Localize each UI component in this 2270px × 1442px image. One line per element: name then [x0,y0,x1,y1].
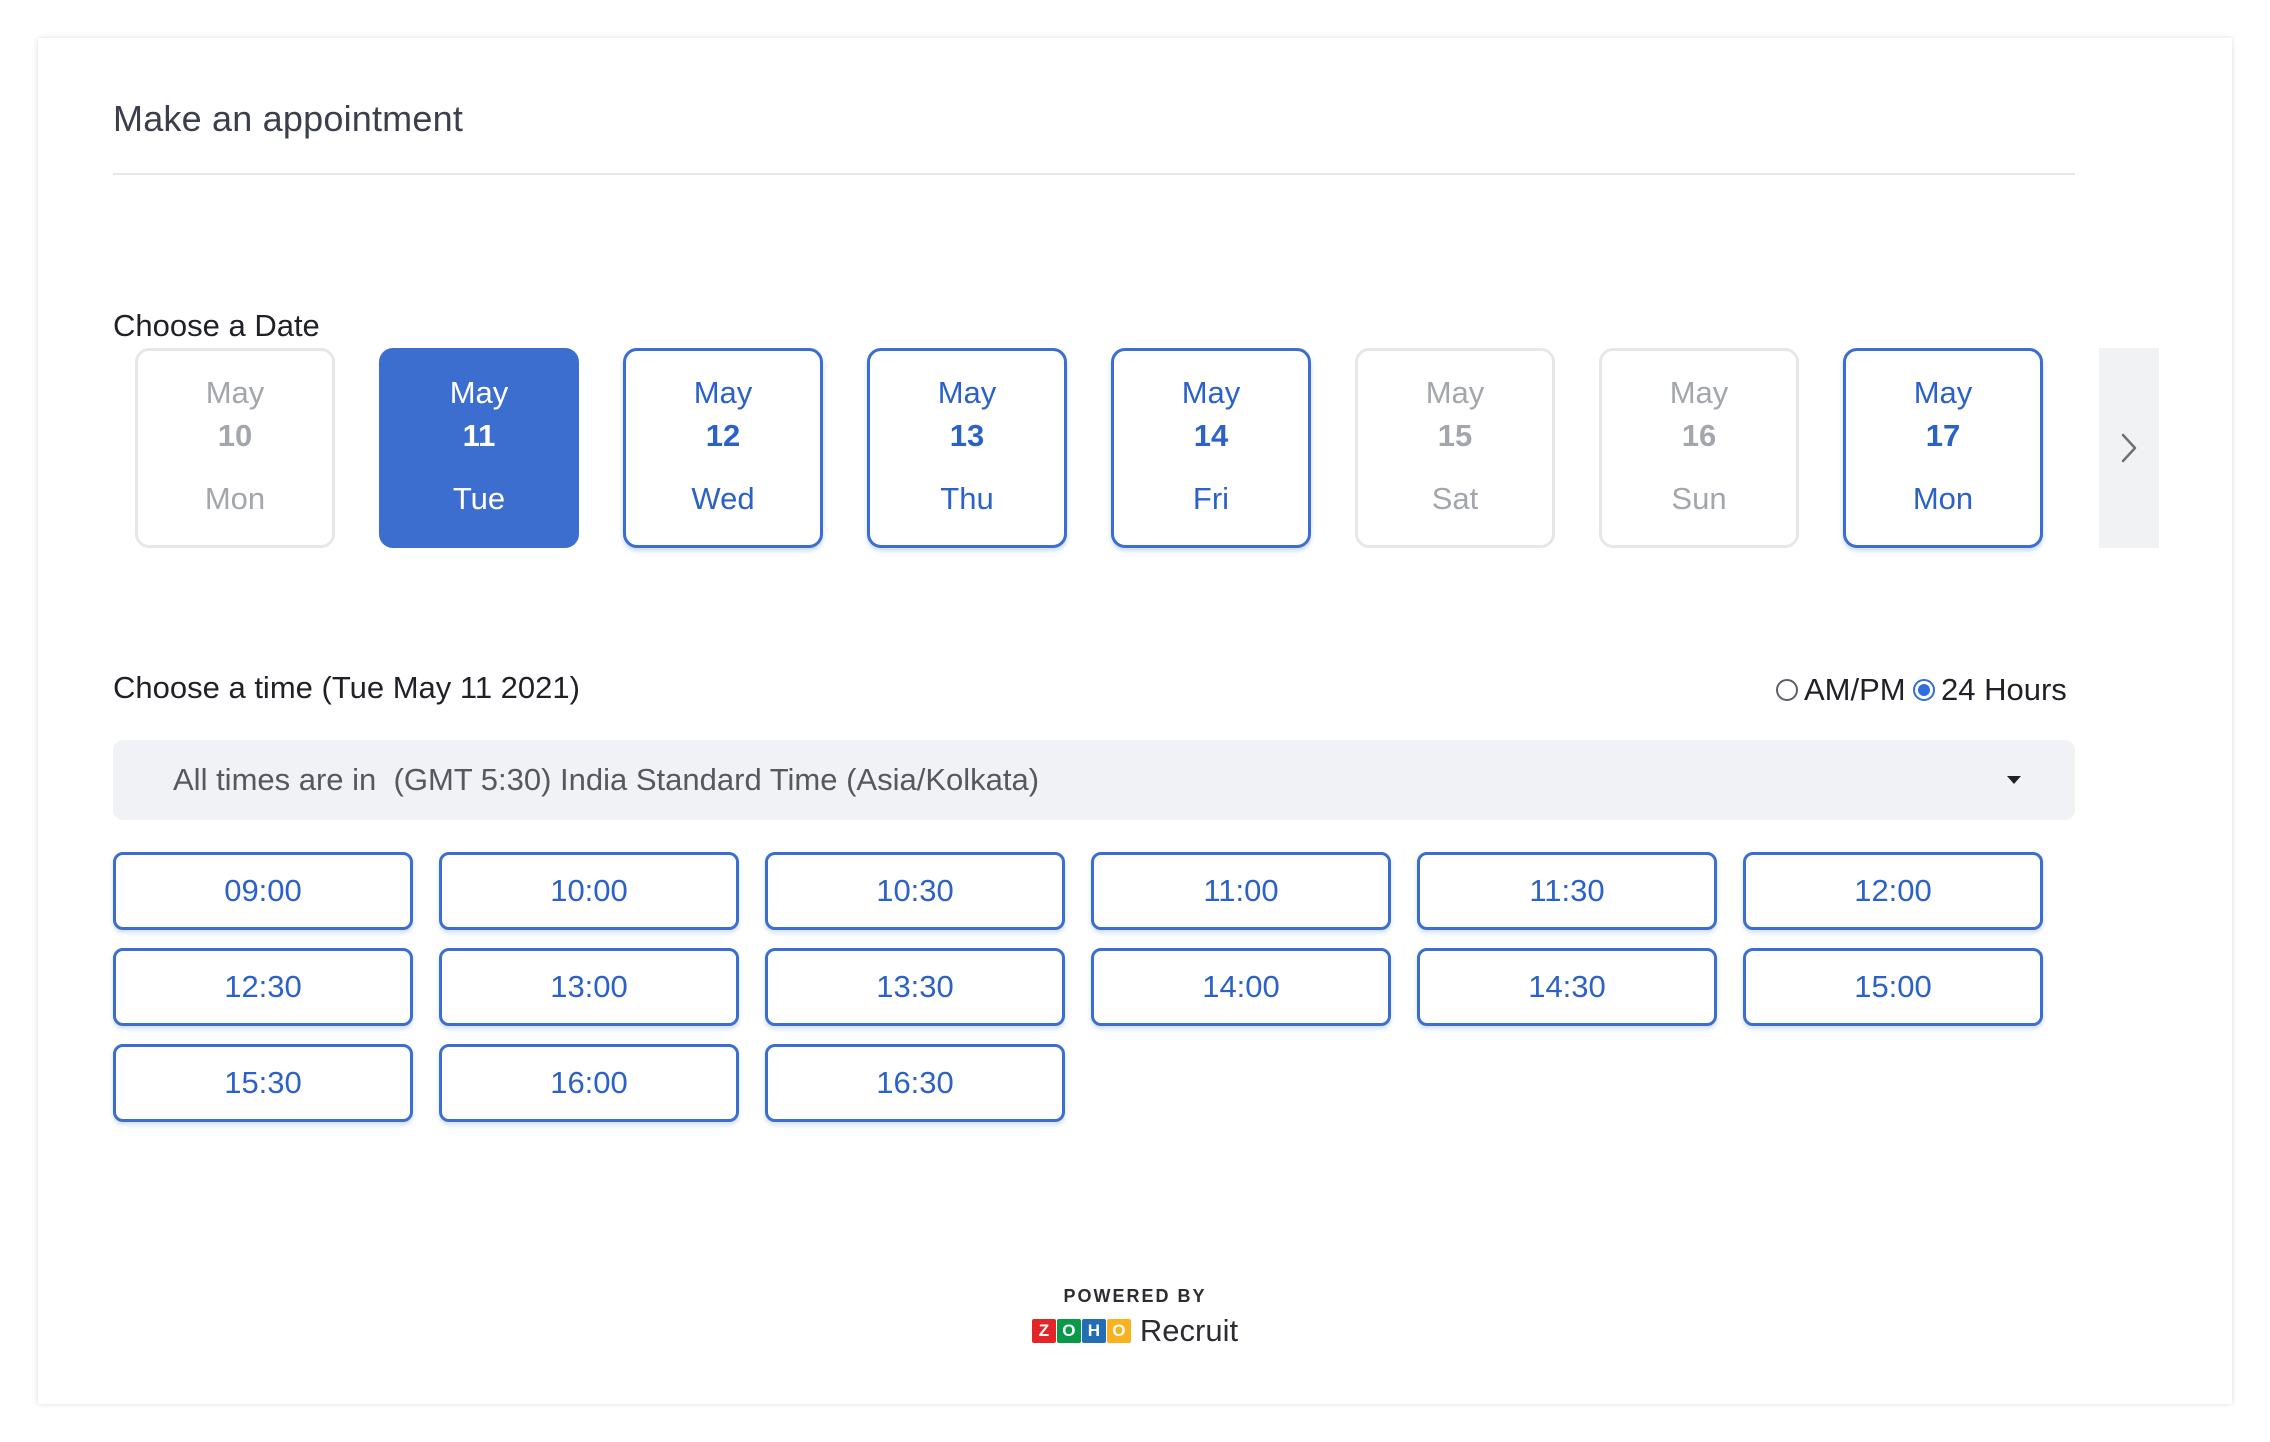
date-weekday: Sun [1671,481,1727,516]
date-weekday: Mon [204,481,266,516]
time-slot[interactable]: 15:00 [1743,948,2043,1026]
date-card-may-11[interactable]: May 11 Tue [379,348,579,548]
choose-date-label: Choose a Date [113,308,320,343]
ampm-option[interactable]: AM/PM [1776,672,1906,708]
date-card-may-12[interactable]: May 12 Wed [623,348,823,548]
appointment-card: Make an appointment Choose a Date May 10… [38,38,2232,1404]
timezone-text: All times are in (GMT 5:30) India Standa… [173,762,1040,797]
zoho-logo-letter: O [1106,1319,1131,1343]
time-slot[interactable]: 16:00 [439,1044,739,1122]
date-month: May [1913,375,1973,410]
page-title: Make an appointment [113,98,464,139]
date-card-may-13[interactable]: May 13 Thu [867,348,1067,548]
date-day: 15 [1437,418,1473,453]
time-slot[interactable]: 16:30 [765,1044,1065,1122]
zoho-logo-letter: Z [1031,1319,1056,1343]
brand-name: Recruit [1139,1313,1239,1348]
date-weekday: Sat [1431,481,1479,516]
title-divider [113,173,2075,175]
date-month: May [693,375,753,410]
next-dates-button[interactable] [2099,348,2159,548]
date-weekday: Wed [691,481,755,516]
zoho-logo: Z O H O [1031,1319,1132,1343]
date-day: 11 [462,418,496,453]
time-slot[interactable]: 15:30 [113,1044,413,1122]
time-slot[interactable]: 13:30 [765,948,1065,1026]
date-month: May [449,375,509,410]
date-weekday: Tue [452,481,506,516]
time-slot[interactable]: 12:00 [1743,852,2043,930]
time-slot[interactable]: 14:00 [1091,948,1391,1026]
time-slot[interactable]: 10:30 [765,852,1065,930]
caret-down-icon [2007,776,2021,784]
time-slot[interactable]: 11:30 [1417,852,1717,930]
choose-time-label: Choose a time (Tue May 11 2021) [113,670,580,705]
time-header: Choose a time (Tue May 11 2021) AM/PM 24… [113,670,2075,710]
date-month: May [205,375,265,410]
time-slot[interactable]: 11:00 [1091,852,1391,930]
ampm-radio[interactable] [1776,679,1798,701]
powered-by-label: POWERED BY [1063,1286,1207,1306]
date-card-may-17[interactable]: May 17 Mon [1843,348,2043,548]
24-hours-label: 24 Hours [1941,672,2067,707]
date-card-may-10: May 10 Mon [135,348,335,548]
zoho-logo-letter: H [1081,1319,1106,1343]
date-weekday: Fri [1192,481,1230,516]
date-picker-row: May 10 Mon May 11 Tue May 12 Wed May 13 … [135,348,2159,548]
date-day: 12 [705,418,741,453]
time-slot[interactable]: 13:00 [439,948,739,1026]
timezone-select[interactable]: All times are in (GMT 5:30) India Standa… [113,740,2075,820]
date-month: May [1425,375,1485,410]
date-card-may-16: May 16 Sun [1599,348,1799,548]
date-month: May [1181,375,1241,410]
date-day: 17 [1925,418,1961,453]
chevron-right-icon [2121,433,2137,463]
time-slot[interactable]: 12:30 [113,948,413,1026]
brand[interactable]: Z O H O Recruit [1031,1313,1239,1349]
date-day: 10 [217,418,253,453]
date-month: May [1669,375,1729,410]
time-slot[interactable]: 10:00 [439,852,739,930]
powered-by-footer: POWERED BY Z O H O Recruit [38,1286,2232,1349]
date-weekday: Thu [940,481,994,516]
date-month: May [937,375,997,410]
date-day: 13 [949,418,985,453]
time-slot[interactable]: 09:00 [113,852,413,930]
date-weekday: Mon [1912,481,1974,516]
date-day: 16 [1681,418,1717,453]
date-card-may-14[interactable]: May 14 Fri [1111,348,1311,548]
24-hours-option[interactable]: 24 Hours [1913,672,2067,708]
ampm-label: AM/PM [1804,672,1906,707]
date-card-may-15: May 15 Sat [1355,348,1555,548]
time-slot[interactable]: 14:30 [1417,948,1717,1026]
zoho-logo-letter: O [1056,1319,1081,1343]
date-day: 14 [1193,418,1229,453]
24-hours-radio[interactable] [1913,679,1935,701]
